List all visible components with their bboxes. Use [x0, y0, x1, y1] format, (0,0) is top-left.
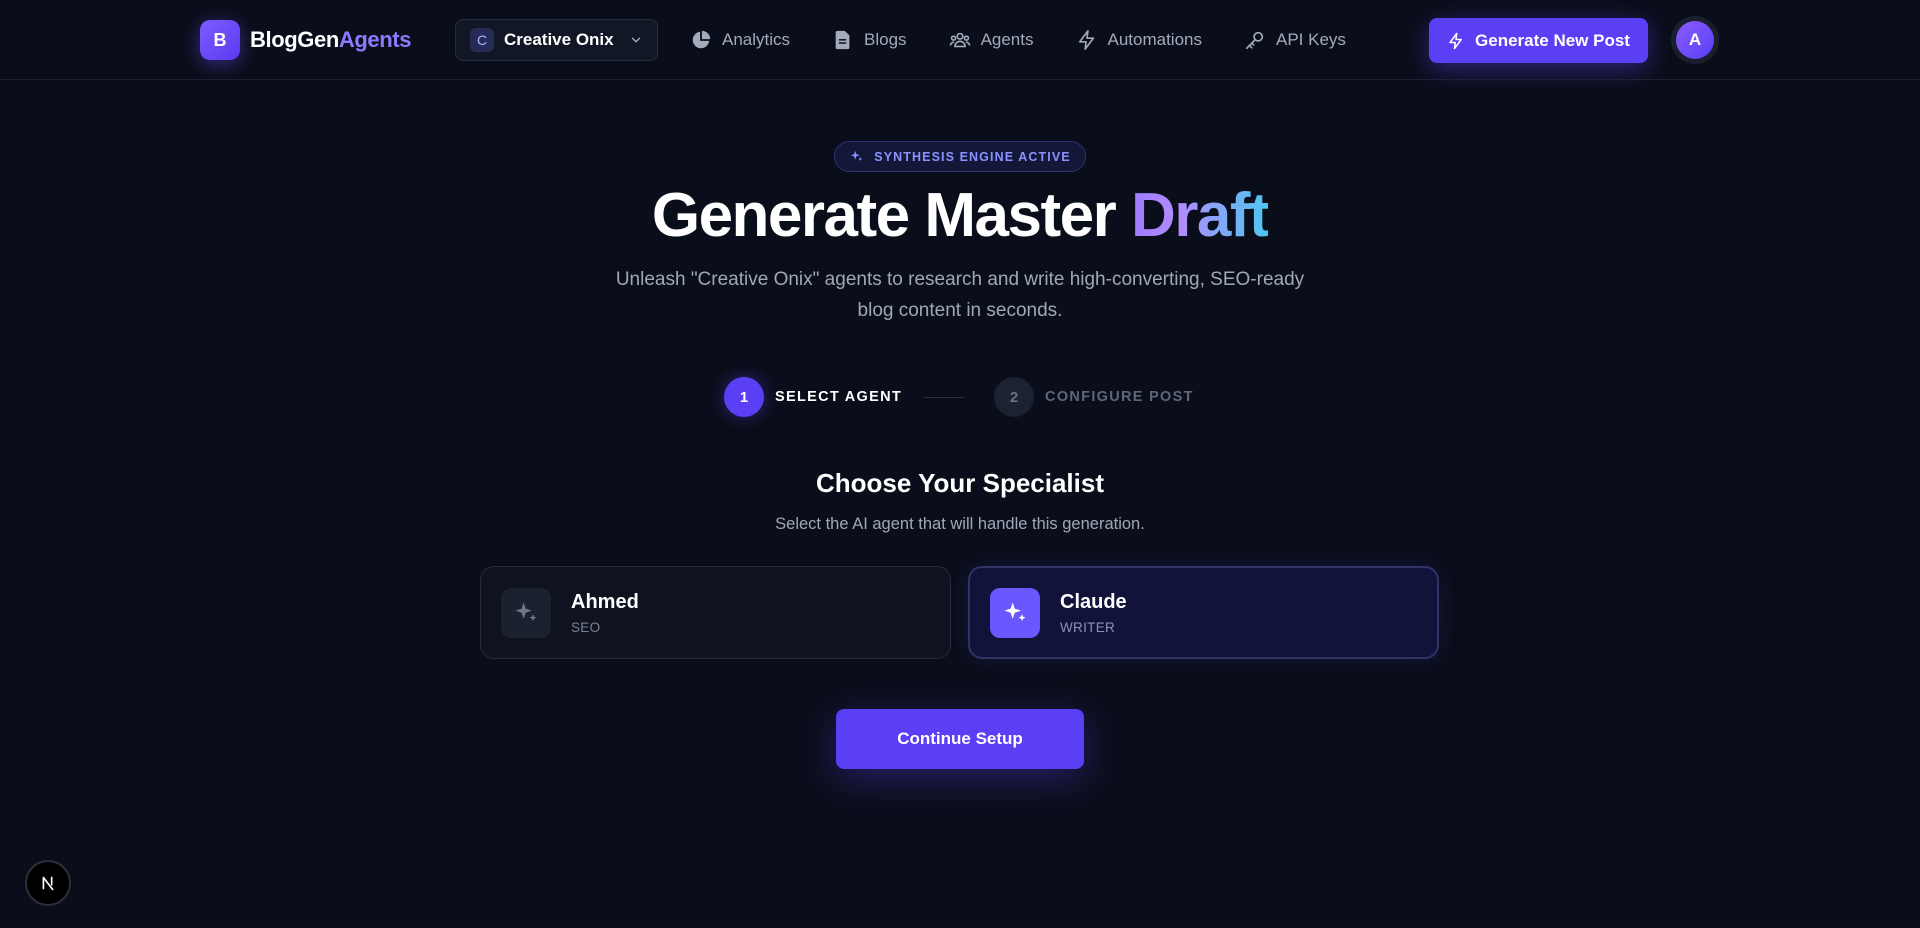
sparkles-icon: [851, 150, 863, 161]
nav-item-label: API Keys: [1276, 30, 1346, 49]
nav-item-label: Agents: [980, 30, 1034, 49]
logo-text-accent: Agents: [338, 27, 412, 52]
workspace-initial: C: [470, 28, 494, 52]
nav-item-agents[interactable]: Agents: [949, 29, 1034, 51]
nextjs-logo-icon: [42, 876, 54, 891]
continue-setup-button[interactable]: Continue Setup: [836, 709, 1084, 769]
section-title: Choose Your Specialist: [815, 468, 1104, 498]
nextjs-dev-badge[interactable]: [25, 860, 71, 906]
agent-info: Claude WRITER: [1060, 591, 1127, 635]
brand-logo[interactable]: B BlogGenAgents: [200, 20, 411, 60]
agent-card-claude[interactable]: Claude WRITER: [968, 566, 1439, 659]
logo-text: BlogGenAgents: [250, 27, 411, 53]
engine-status-text: SYNTHESIS ENGINE ACTIVE: [874, 149, 1071, 164]
pie-chart-icon: [692, 30, 711, 49]
agent-name: Claude: [1060, 590, 1127, 613]
page-title: Generate Master Draft: [0, 176, 1920, 256]
step-2-label: CONFIGURE POST: [1045, 389, 1194, 405]
nav-item-api-keys[interactable]: API Keys: [1244, 29, 1346, 51]
document-icon: [835, 30, 850, 50]
top-navbar: B BlogGenAgents C Creative Onix Analytic…: [0, 0, 1920, 80]
nav-item-blogs[interactable]: Blogs: [832, 29, 907, 51]
agent-card-ahmed[interactable]: Ahmed SEO: [480, 566, 951, 659]
avatar-initial: A: [1676, 21, 1714, 59]
chevron-down-icon: [631, 37, 641, 43]
main-nav: Analytics Blogs Agents Automations API K…: [690, 20, 1346, 60]
logo-mark: B: [200, 20, 240, 60]
logo-text-primary: BlogGen: [250, 27, 339, 52]
nav-item-label: Blogs: [864, 30, 907, 49]
nav-item-label: Analytics: [722, 30, 791, 49]
agent-icon: [501, 587, 551, 638]
lightning-icon: [1449, 32, 1463, 49]
engine-status-badge: SYNTHESIS ENGINE ACTIVE: [834, 141, 1086, 172]
nav-item-analytics[interactable]: Analytics: [690, 29, 790, 51]
sparkles-icon: [515, 602, 537, 621]
step-2-number: 2: [994, 377, 1035, 417]
step-connector: [924, 396, 965, 398]
step-1-label: SELECT AGENT: [775, 389, 903, 405]
section-subtitle: Select the AI agent that will handle thi…: [775, 515, 1145, 533]
agent-role: SEO: [571, 619, 601, 635]
users-icon: [949, 32, 971, 48]
agent-info: Ahmed SEO: [571, 591, 639, 635]
user-avatar[interactable]: A: [1671, 16, 1719, 64]
generate-new-post-button[interactable]: Generate New Post: [1429, 18, 1648, 63]
page-title-accent: Draft: [1130, 181, 1270, 250]
workspace-selector[interactable]: C Creative Onix: [455, 19, 658, 61]
sparkles-icon: [1004, 602, 1026, 621]
workspace-name: Creative Onix: [504, 30, 614, 49]
cta-label: Generate New Post: [1475, 30, 1630, 50]
lightning-icon: [1078, 30, 1094, 50]
nav-item-label: Automations: [1107, 30, 1203, 49]
agent-name: Ahmed: [571, 590, 639, 613]
agent-role: WRITER: [1060, 619, 1116, 635]
agent-icon: [990, 587, 1040, 638]
page-title-main: Generate Master: [651, 181, 1131, 250]
step-1-number: 1: [724, 377, 764, 417]
progress-stepper: 1 SELECT AGENT 2 CONFIGURE POST: [724, 377, 1194, 417]
page-subtitle: Unleash "Creative Onix" agents to resear…: [615, 269, 1305, 321]
nav-item-automations[interactable]: Automations: [1076, 29, 1203, 51]
key-icon: [1245, 31, 1264, 50]
